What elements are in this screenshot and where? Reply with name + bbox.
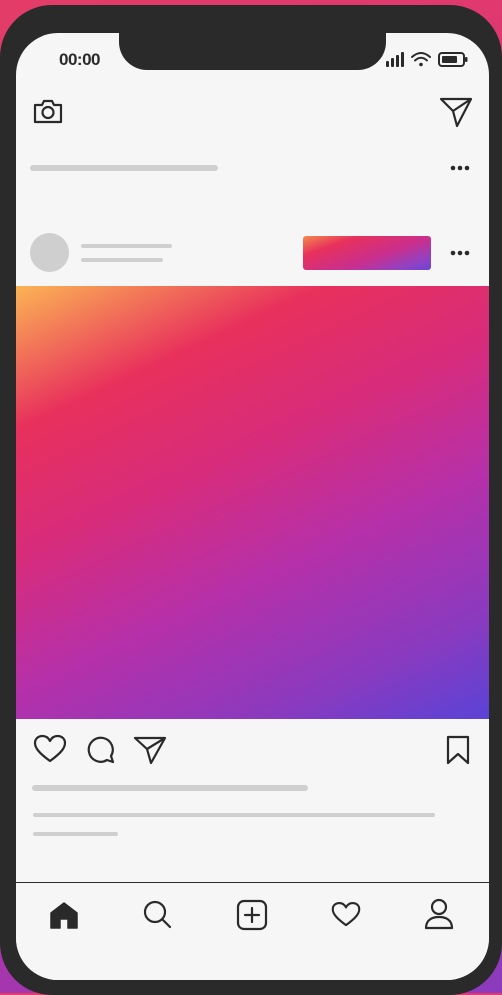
comments-placeholder-line: [33, 832, 118, 836]
post-image[interactable]: [16, 286, 489, 719]
share-button[interactable]: [132, 733, 168, 767]
bookmark-icon: [446, 735, 470, 765]
comment-button[interactable]: [84, 733, 116, 765]
comment-icon: [87, 736, 115, 764]
send-icon: [439, 97, 473, 128]
status-time: 00:00: [59, 50, 100, 69]
profile-icon: [424, 898, 454, 930]
like-button[interactable]: [32, 733, 68, 765]
status-icons: [386, 50, 468, 68]
save-button[interactable]: [444, 734, 472, 766]
camera-button[interactable]: [30, 95, 66, 127]
post-more-button[interactable]: [448, 244, 472, 262]
location-placeholder: [81, 258, 163, 262]
nav-profile[interactable]: [423, 897, 455, 931]
follow-button[interactable]: [303, 236, 431, 270]
likes-placeholder-line: [32, 785, 308, 791]
search-icon: [143, 900, 172, 929]
avatar[interactable]: [30, 233, 69, 272]
signal-icon: [386, 52, 404, 67]
notch: [119, 33, 386, 70]
camera-icon: [33, 99, 63, 124]
home-icon: [50, 902, 78, 929]
more-icon: [450, 165, 470, 171]
stories-placeholder-line: [30, 165, 218, 171]
wifi-icon: [411, 52, 431, 67]
nav-search[interactable]: [141, 898, 173, 930]
nav-home[interactable]: [48, 899, 80, 931]
stories-more-button[interactable]: [448, 159, 472, 177]
more-icon: [450, 250, 470, 256]
app-screen: 00:00: [16, 33, 489, 980]
battery-icon: [438, 52, 468, 67]
phone-frame: 00:00: [0, 5, 502, 995]
direct-message-button[interactable]: [438, 95, 474, 129]
send-icon: [133, 736, 167, 765]
caption-placeholder-line: [33, 813, 435, 817]
bottom-nav: [16, 882, 489, 980]
heart-icon: [33, 734, 67, 763]
nav-activity[interactable]: [330, 899, 362, 929]
username-placeholder: [81, 244, 172, 248]
nav-create[interactable]: [235, 898, 269, 932]
add-icon: [236, 899, 268, 931]
heart-icon: [331, 901, 361, 926]
